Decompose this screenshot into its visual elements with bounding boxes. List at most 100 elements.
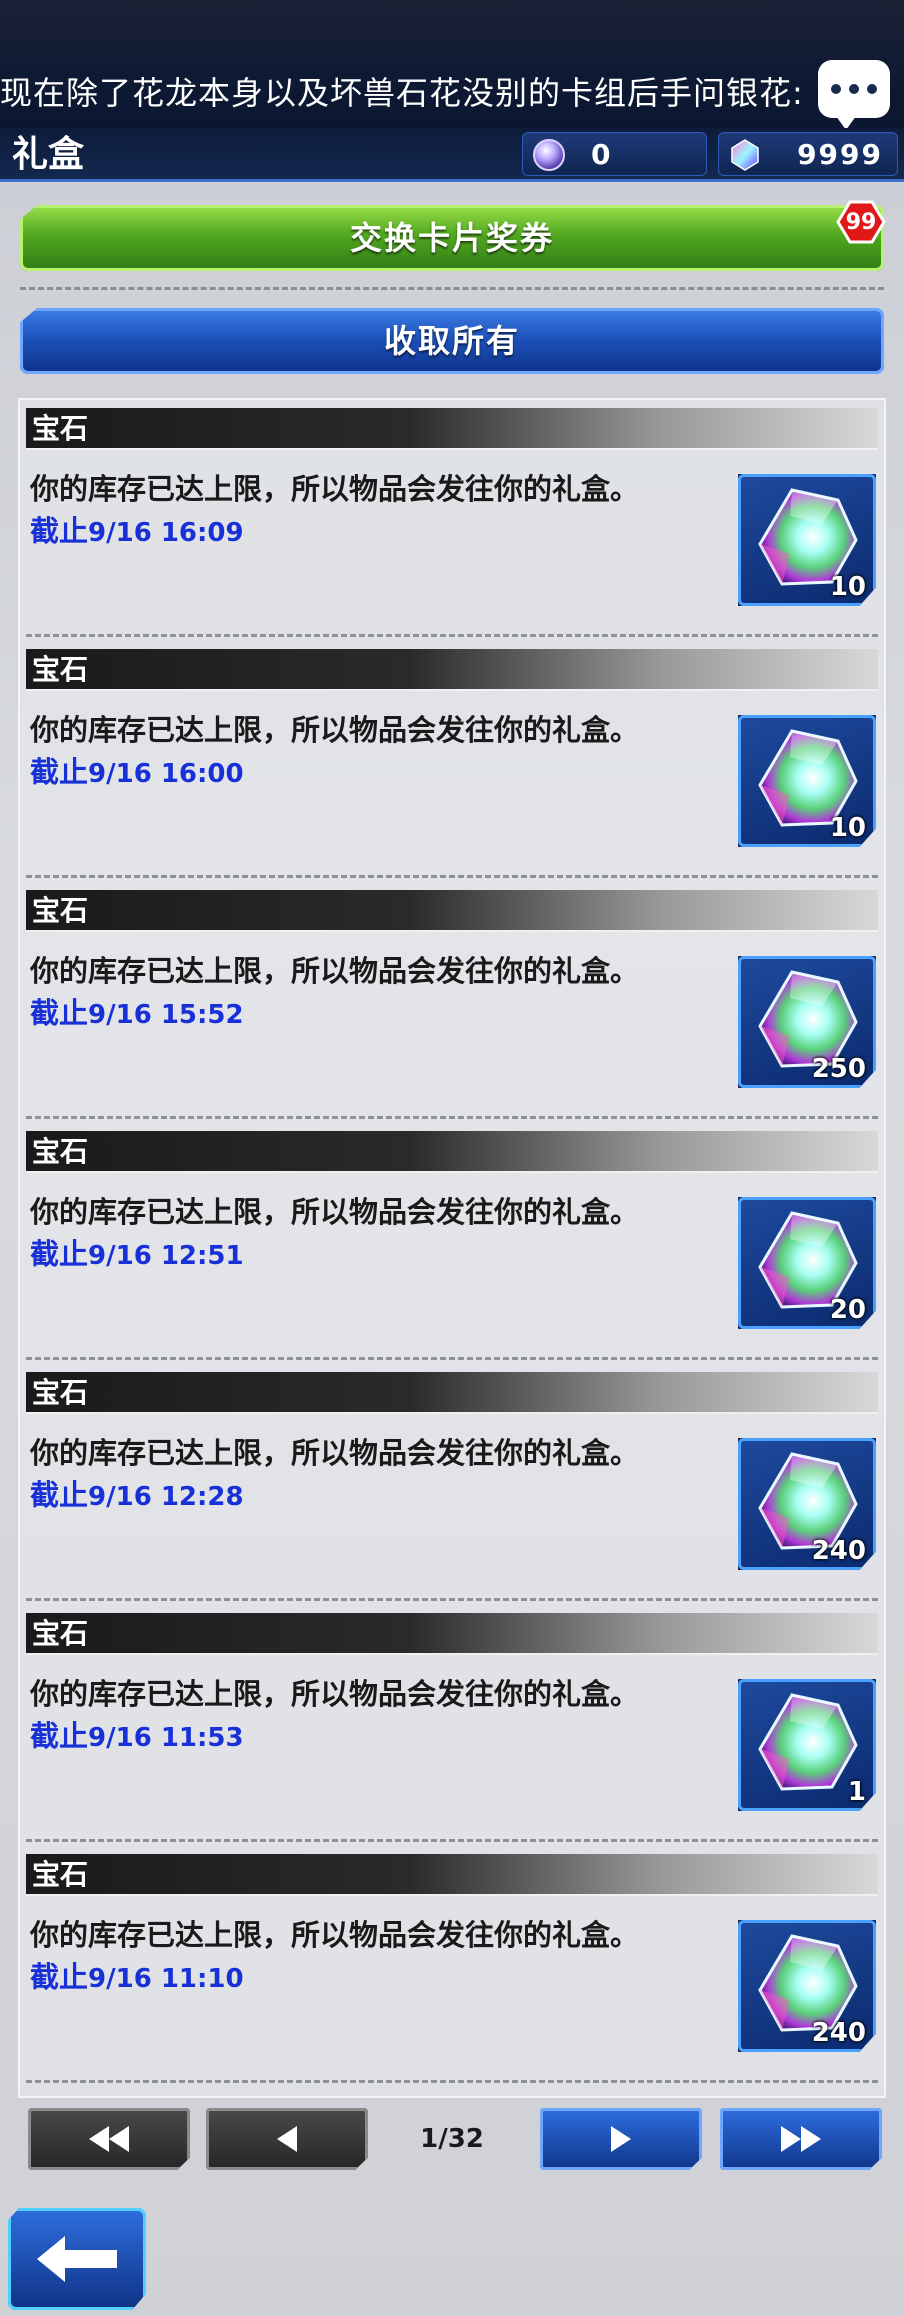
gift-item-deadline: 截止9/16 16:00 xyxy=(30,749,244,791)
gift-item[interactable]: 宝石你的库存已达上限，所以物品会发往你的礼盒。 截止9/16 12:51 20 xyxy=(26,1131,878,1367)
gift-item-divider xyxy=(26,1598,878,1601)
gift-item-header: 宝石 xyxy=(26,408,878,450)
double-left-arrow-icon xyxy=(89,2126,129,2152)
deadline-value: 9/16 11:10 xyxy=(88,1964,244,1994)
gift-item-message: 你的库存已达上限，所以物品会发往你的礼盒。 xyxy=(30,1436,640,1470)
gift-item[interactable]: 宝石你的库存已达上限，所以物品会发往你的礼盒。 截止9/16 11:10 240 xyxy=(26,1854,878,2090)
previous-page-button[interactable] xyxy=(206,2108,368,2170)
next-page-button[interactable] xyxy=(540,2108,702,2170)
deadline-label: 截止 xyxy=(30,514,89,548)
gift-item-category: 宝石 xyxy=(32,1376,89,1409)
gift-item[interactable]: 宝石你的库存已达上限，所以物品会发往你的礼盒。 截止9/16 12:28 240 xyxy=(26,1372,878,1608)
gift-item-deadline: 截止9/16 12:28 xyxy=(30,1472,244,1514)
gift-item-header: 宝石 xyxy=(26,890,878,932)
gem-reward-icon[interactable]: 240 xyxy=(738,1920,876,2052)
deadline-value: 9/16 11:53 xyxy=(88,1723,244,1753)
gift-item-quantity: 240 xyxy=(811,2018,866,2048)
gift-item-header: 宝石 xyxy=(26,1131,878,1173)
gift-item-category: 宝石 xyxy=(32,653,89,686)
gift-item-category: 宝石 xyxy=(32,1135,89,1168)
gem-icon xyxy=(758,1693,858,1791)
back-arrow-icon xyxy=(37,2236,117,2282)
deadline-label: 截止 xyxy=(30,755,89,789)
gift-list-panel[interactable]: 宝石 你的库存已达上限，所以物品会发往你的礼盒。 截止9/16 16:09 10 宝石你… xyxy=(18,398,886,2098)
orb-icon xyxy=(533,139,565,171)
deadline-label: 截止 xyxy=(30,1719,89,1753)
gift-item-deadline: 截止9/16 11:10 xyxy=(30,1954,244,1996)
gem-icon xyxy=(731,139,759,171)
gem-reward-icon[interactable]: 10 xyxy=(738,474,876,606)
gift-item-deadline: 截止9/16 16:09 xyxy=(30,508,244,550)
gift-item-quantity: 10 xyxy=(829,813,866,843)
deadline-label: 截止 xyxy=(30,1237,89,1271)
right-arrow-icon xyxy=(611,2126,631,2152)
deadline-value: 9/16 12:51 xyxy=(88,1241,244,1271)
gem-reward-icon[interactable]: 240 xyxy=(738,1438,876,1570)
gift-item-deadline: 截止9/16 12:51 xyxy=(30,1231,244,1273)
exchange-card-ticket-button[interactable]: 交换卡片奖券 xyxy=(20,205,884,271)
gift-item-category: 宝石 xyxy=(32,1617,89,1650)
gift-item-header: 宝石 xyxy=(26,1613,878,1655)
gift-item-divider xyxy=(26,2080,878,2083)
gift-item-category: 宝石 xyxy=(32,1858,89,1891)
deadline-value: 9/16 15:52 xyxy=(88,1000,244,1030)
gift-item-divider xyxy=(26,634,878,637)
gift-item-header: 宝石 xyxy=(26,1854,878,1896)
gift-item-quantity: 1 xyxy=(847,1777,866,1807)
deadline-label: 截止 xyxy=(30,1478,89,1512)
receive-all-button[interactable]: 收取所有 xyxy=(20,308,884,374)
chat-button[interactable] xyxy=(818,60,890,130)
gift-item-message: 你的库存已达上限，所以物品会发往你的礼盒。 xyxy=(30,1677,640,1711)
gift-item-quantity: 250 xyxy=(811,1054,866,1084)
gift-item-message: 你的库存已达上限，所以物品会发往你的礼盒。 xyxy=(30,472,640,506)
deadline-value: 9/16 12:28 xyxy=(88,1482,244,1512)
deadline-label: 截止 xyxy=(30,996,89,1030)
orb-counter: 0 xyxy=(522,132,707,176)
gift-item[interactable]: 宝石你的库存已达上限，所以物品会发往你的礼盒。 截止9/16 11:53 1 xyxy=(26,1613,878,1849)
gem-value: 9999 xyxy=(797,138,883,171)
gift-item-quantity: 10 xyxy=(829,572,866,602)
deadline-label: 截止 xyxy=(30,1960,89,1994)
gift-item-divider xyxy=(26,1116,878,1119)
gift-item-divider xyxy=(26,1357,878,1360)
gift-item-header: 宝石 xyxy=(26,649,878,691)
gift-item-divider xyxy=(26,875,878,878)
title-bar: 礼盒 0 9999 xyxy=(0,128,904,182)
badge-count: 99 xyxy=(845,209,877,235)
gift-item[interactable]: 宝石你的库存已达上限，所以物品会发往你的礼盒。 截止9/16 16:09 10 xyxy=(26,408,878,644)
left-arrow-icon xyxy=(277,2126,297,2152)
gift-item-quantity: 240 xyxy=(811,1536,866,1566)
orb-value: 0 xyxy=(591,138,613,171)
gift-item-message: 你的库存已达上限，所以物品会发往你的礼盒。 xyxy=(30,713,640,747)
gem-reward-icon[interactable]: 10 xyxy=(738,715,876,847)
gem-reward-icon[interactable]: 20 xyxy=(738,1197,876,1329)
page-title: 礼盒 xyxy=(12,134,85,175)
back-button[interactable] xyxy=(8,2208,146,2310)
gift-item-message: 你的库存已达上限，所以物品会发往你的礼盒。 xyxy=(30,954,640,988)
gift-item-category: 宝石 xyxy=(32,894,89,927)
gift-item-message: 你的库存已达上限，所以物品会发往你的礼盒。 xyxy=(30,1195,640,1229)
gem-reward-icon[interactable]: 1 xyxy=(738,1679,876,1811)
gift-item[interactable]: 宝石你的库存已达上限，所以物品会发往你的礼盒。 截止9/16 15:52 250 xyxy=(26,890,878,1126)
ticker-text: 现在除了花龙本身以及坏兽石花没别的卡组后手问银花: xyxy=(0,74,804,112)
chat-dot xyxy=(849,84,859,94)
double-right-arrow-icon xyxy=(781,2126,821,2152)
deadline-value: 9/16 16:00 xyxy=(88,759,244,789)
gem-reward-icon[interactable]: 250 xyxy=(738,956,876,1088)
gift-item-header: 宝石 xyxy=(26,1372,878,1414)
page-indicator: 1/32 xyxy=(420,2124,484,2154)
deadline-value: 9/16 16:09 xyxy=(88,518,244,548)
gift-item-deadline: 截止9/16 15:52 xyxy=(30,990,244,1032)
gift-item-divider xyxy=(26,1839,878,1842)
first-page-button[interactable] xyxy=(28,2108,190,2170)
gift-item-deadline: 截止9/16 11:53 xyxy=(30,1713,244,1755)
chat-dot xyxy=(867,84,877,94)
notification-badge: 99 xyxy=(836,200,886,244)
last-page-button[interactable] xyxy=(720,2108,882,2170)
gift-item[interactable]: 宝石你的库存已达上限，所以物品会发往你的礼盒。 截止9/16 16:00 10 xyxy=(26,649,878,885)
divider xyxy=(20,287,884,290)
gift-item-category: 宝石 xyxy=(32,412,89,445)
gift-item-message: 你的库存已达上限，所以物品会发往你的礼盒。 xyxy=(30,1918,640,1952)
news-ticker-bar: 现在除了花龙本身以及坏兽石花没别的卡组后手问银花: xyxy=(0,0,904,130)
chat-bubble-icon xyxy=(831,84,841,94)
